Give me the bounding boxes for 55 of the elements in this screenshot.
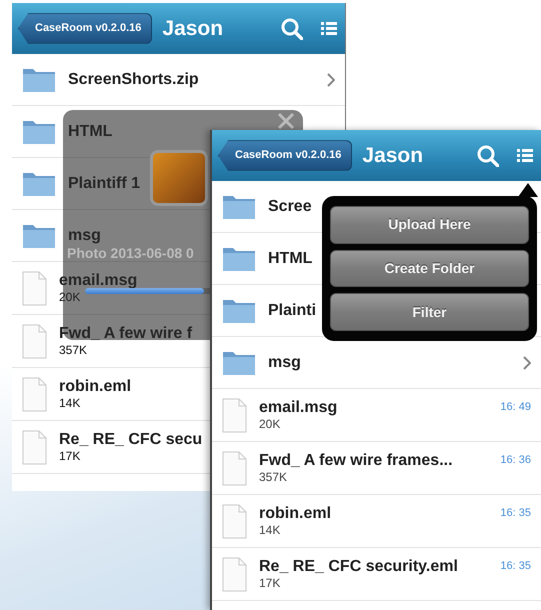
file-icon — [222, 504, 247, 538]
menu-icon[interactable] — [517, 148, 533, 163]
file-icon — [22, 376, 47, 412]
folder-icon — [222, 297, 256, 324]
back-button[interactable]: CaseRoom v0.2.0.16 — [18, 13, 152, 44]
file-icon — [222, 556, 247, 592]
file-name[interactable]: email.msg — [259, 399, 338, 417]
folder-icon — [222, 349, 256, 376]
file-size: 14K — [259, 522, 280, 537]
file-size: 17K — [259, 576, 280, 590]
file-icon — [22, 270, 47, 306]
file-size: 14K — [59, 396, 80, 410]
file-size: 17K — [59, 448, 80, 463]
back-button[interactable]: CaseRoom v0.2.0.16 — [218, 140, 352, 171]
file-name[interactable]: Fwd_ A few wire frames... — [259, 452, 453, 470]
file-icon — [22, 324, 47, 358]
folder-icon — [222, 193, 256, 220]
menu-icon[interactable] — [321, 21, 337, 36]
folder-icon — [222, 245, 256, 272]
file-icon — [222, 450, 247, 486]
search-icon[interactable] — [477, 144, 499, 166]
screen-title: Jason — [362, 142, 424, 169]
file-icon — [22, 430, 47, 464]
file-name[interactable]: robin.eml — [259, 505, 332, 523]
file-name[interactable]: robin.eml — [59, 378, 132, 396]
file-name[interactable]: HTML — [68, 122, 112, 140]
file-name[interactable]: Plainti — [268, 302, 316, 320]
menu-button[interactable]: Filter — [330, 293, 529, 332]
folder-icon — [22, 118, 56, 145]
search-icon[interactable] — [281, 18, 303, 40]
file-time: 16: 49 — [500, 400, 531, 415]
file-name[interactable]: Re_ RE_ CFC security.eml — [259, 558, 458, 576]
file-name[interactable]: Re_ RE_ CFC secu — [59, 431, 202, 449]
file-name[interactable]: msg — [268, 354, 301, 372]
file-time: 16: 35 — [500, 559, 531, 574]
menu-button[interactable]: Upload Here — [330, 206, 529, 244]
file-size: 357K — [259, 470, 288, 484]
file-name[interactable]: HTML — [268, 250, 312, 268]
close-icon[interactable] — [277, 112, 295, 130]
folder-icon — [22, 66, 56, 93]
file-size: 20K — [259, 416, 280, 431]
screen-title: Jason — [162, 16, 224, 42]
photo-placeholder — [150, 150, 208, 206]
file-name[interactable]: msg — [68, 226, 101, 244]
file-time: 16: 36 — [500, 453, 531, 468]
file-size: 357K — [59, 342, 88, 357]
upload-caption: Photo 2013-06-08 0 — [67, 244, 194, 263]
folder-icon — [22, 222, 56, 249]
menu-button[interactable]: Create Folder — [330, 250, 529, 288]
file-name[interactable]: Plaintiff 1 — [68, 174, 140, 192]
file-icon — [222, 398, 247, 432]
file-name[interactable]: Scree — [268, 198, 312, 216]
folder-icon — [22, 170, 56, 197]
file-name[interactable]: ScreenShorts.zip — [68, 70, 199, 88]
file-time: 16: 35 — [500, 506, 531, 521]
